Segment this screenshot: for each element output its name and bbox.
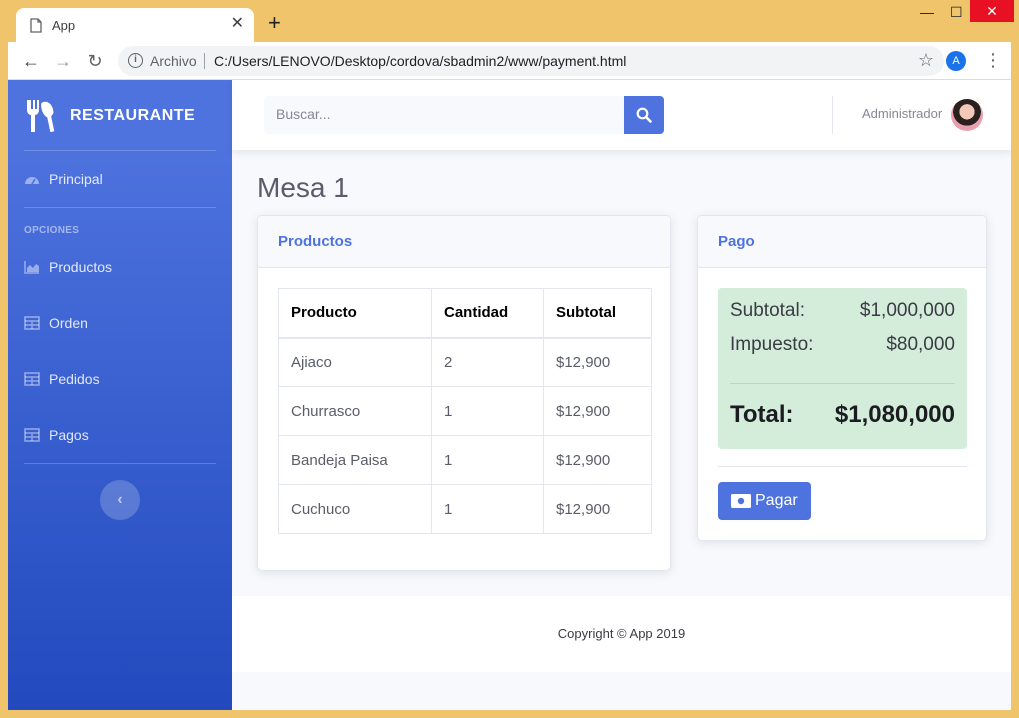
sidebar-section-heading: OPCIONES [24, 225, 80, 236]
search-icon [636, 107, 652, 123]
sidebar-item-label: Pedidos [49, 371, 100, 387]
column-header: Cantidad [431, 288, 544, 339]
sidebar-divider [24, 150, 216, 151]
copyright-text: Copyright © App 2019 [557, 626, 686, 641]
profile-avatar-icon[interactable]: A [946, 51, 966, 71]
summary-divider [730, 383, 955, 384]
close-tab-icon[interactable]: ✕ [231, 16, 244, 32]
table-cell: Churrasco [278, 386, 432, 436]
table-icon [24, 372, 40, 386]
avatar[interactable] [951, 99, 983, 131]
table-row: Bandeja Paisa 1 $12,900 [278, 435, 652, 485]
user-name[interactable]: Administrador [862, 106, 942, 121]
sidebar-divider [24, 463, 216, 464]
payment-card-title: Pago [718, 233, 755, 250]
table-cell: $12,900 [543, 435, 652, 485]
money-bill-icon [731, 494, 751, 508]
table-cell: $12,900 [543, 337, 652, 387]
address-scheme-label: Archivo [150, 53, 197, 69]
table-icon [24, 316, 40, 330]
subtotal-value: $1,000,000 [859, 300, 955, 321]
search-placeholder: Buscar... [276, 106, 331, 122]
sidebar: RESTAURANTE Principal OPCIONES Productos [8, 80, 232, 710]
table-cell: Ajiaco [278, 337, 432, 387]
web-page: RESTAURANTE Principal OPCIONES Productos [8, 80, 1011, 710]
address-separator [204, 53, 205, 69]
sidebar-item-pagos[interactable]: Pagos [24, 424, 216, 448]
reload-icon[interactable]: ↻ [84, 50, 106, 72]
tab-strip: App ✕ + — ☐ ✕ [0, 0, 1019, 42]
sidebar-item-principal[interactable]: Principal [24, 168, 216, 192]
table-row: Cuchuco 1 $12,900 [278, 484, 652, 534]
table-cell: 1 [431, 484, 544, 534]
minimize-icon[interactable]: — [920, 4, 934, 20]
sidebar-item-label: Principal [49, 171, 103, 187]
tachometer-icon [25, 177, 39, 185]
browser-tab[interactable]: App ✕ [16, 8, 254, 42]
table-cell: $12,900 [543, 386, 652, 436]
table-cell: 2 [431, 337, 544, 387]
column-header: Producto [278, 288, 432, 339]
search-input[interactable]: Buscar... [264, 96, 624, 134]
forward-arrow-icon[interactable]: → [52, 50, 74, 72]
column-header: Subtotal [543, 288, 652, 339]
new-tab-icon[interactable]: + [268, 12, 281, 34]
sidebar-item-label: Pagos [49, 427, 89, 443]
total-label: Total: [730, 401, 794, 428]
payment-divider [718, 466, 967, 467]
page-title: Mesa 1 [257, 172, 349, 203]
products-card-title: Productos [278, 233, 353, 250]
browser-window: App ✕ + — ☐ ✕ ← → ↻ i Archivo C:/Users/L… [0, 0, 1019, 718]
products-card: Productos Producto Cantidad Subtotal Aji… [257, 215, 671, 571]
table-row: Churrasco 1 $12,900 [278, 386, 652, 436]
table-header-row: Producto Cantidad Subtotal [278, 288, 652, 339]
table-cell: 1 [431, 386, 544, 436]
maximize-icon[interactable]: ☐ [950, 4, 963, 21]
total-value: $1,080,000 [834, 401, 955, 428]
topbar: Buscar... Administrador [232, 80, 1011, 150]
footer: Copyright © App 2019 [232, 596, 1011, 672]
sidebar-item-orden[interactable]: Orden [24, 312, 216, 336]
sidebar-divider [24, 207, 216, 208]
sidebar-item-productos[interactable]: Productos [24, 256, 216, 280]
products-table: Producto Cantidad Subtotal Ajiaco 2 $12,… [278, 288, 652, 534]
table-icon [24, 428, 40, 442]
sidebar-item-label: Orden [49, 315, 88, 331]
table-cell: Bandeja Paisa [278, 435, 432, 485]
card-header: Productos [258, 216, 670, 268]
pay-button-label: Pagar [755, 492, 798, 509]
table-cell: Cuchuco [278, 484, 432, 534]
pay-button[interactable]: Pagar [718, 482, 811, 520]
payment-card: Pago Subtotal: $1,000,000 Impuesto: $80,… [697, 215, 987, 541]
chevron-left-icon: ‹ [117, 491, 123, 508]
back-arrow-icon[interactable]: ← [20, 50, 42, 72]
close-window-icon[interactable]: ✕ [970, 0, 1014, 22]
chart-area-icon [24, 261, 39, 274]
card-header: Pago [698, 216, 986, 268]
subtotal-label: Subtotal: [730, 300, 805, 321]
bookmark-star-icon[interactable]: ☆ [918, 50, 934, 71]
brand-name: RESTAURANTE [70, 107, 196, 124]
page-icon [30, 18, 42, 33]
table-cell: $12,900 [543, 484, 652, 534]
sidebar-item-pedidos[interactable]: Pedidos [24, 368, 216, 392]
address-url[interactable]: C:/Users/LENOVO/Desktop/cordova/sbadmin2… [214, 53, 626, 69]
kebab-menu-icon[interactable]: ⋮ [984, 49, 1002, 71]
address-bar[interactable]: i Archivo C:/Users/LENOVO/Desktop/cordov… [118, 46, 944, 76]
tab-title: App [52, 18, 76, 33]
topbar-divider [832, 96, 833, 134]
tax-value: $80,000 [886, 334, 955, 355]
tax-label: Impuesto: [730, 334, 814, 355]
browser-toolbar: ← → ↻ i Archivo C:/Users/LENOVO/Desktop/… [8, 42, 1011, 80]
payment-summary: Subtotal: $1,000,000 Impuesto: $80,000 T… [718, 288, 967, 449]
sidebar-brand[interactable]: RESTAURANTE [24, 98, 216, 134]
search-button[interactable] [624, 96, 664, 134]
table-cell: 1 [431, 435, 544, 485]
sidebar-item-label: Productos [49, 259, 113, 275]
utensils-icon [27, 100, 55, 133]
sidebar-toggle-button[interactable]: ‹ [100, 480, 140, 520]
table-row: Ajiaco 2 $12,900 [278, 337, 652, 387]
info-icon[interactable]: i [128, 53, 143, 68]
